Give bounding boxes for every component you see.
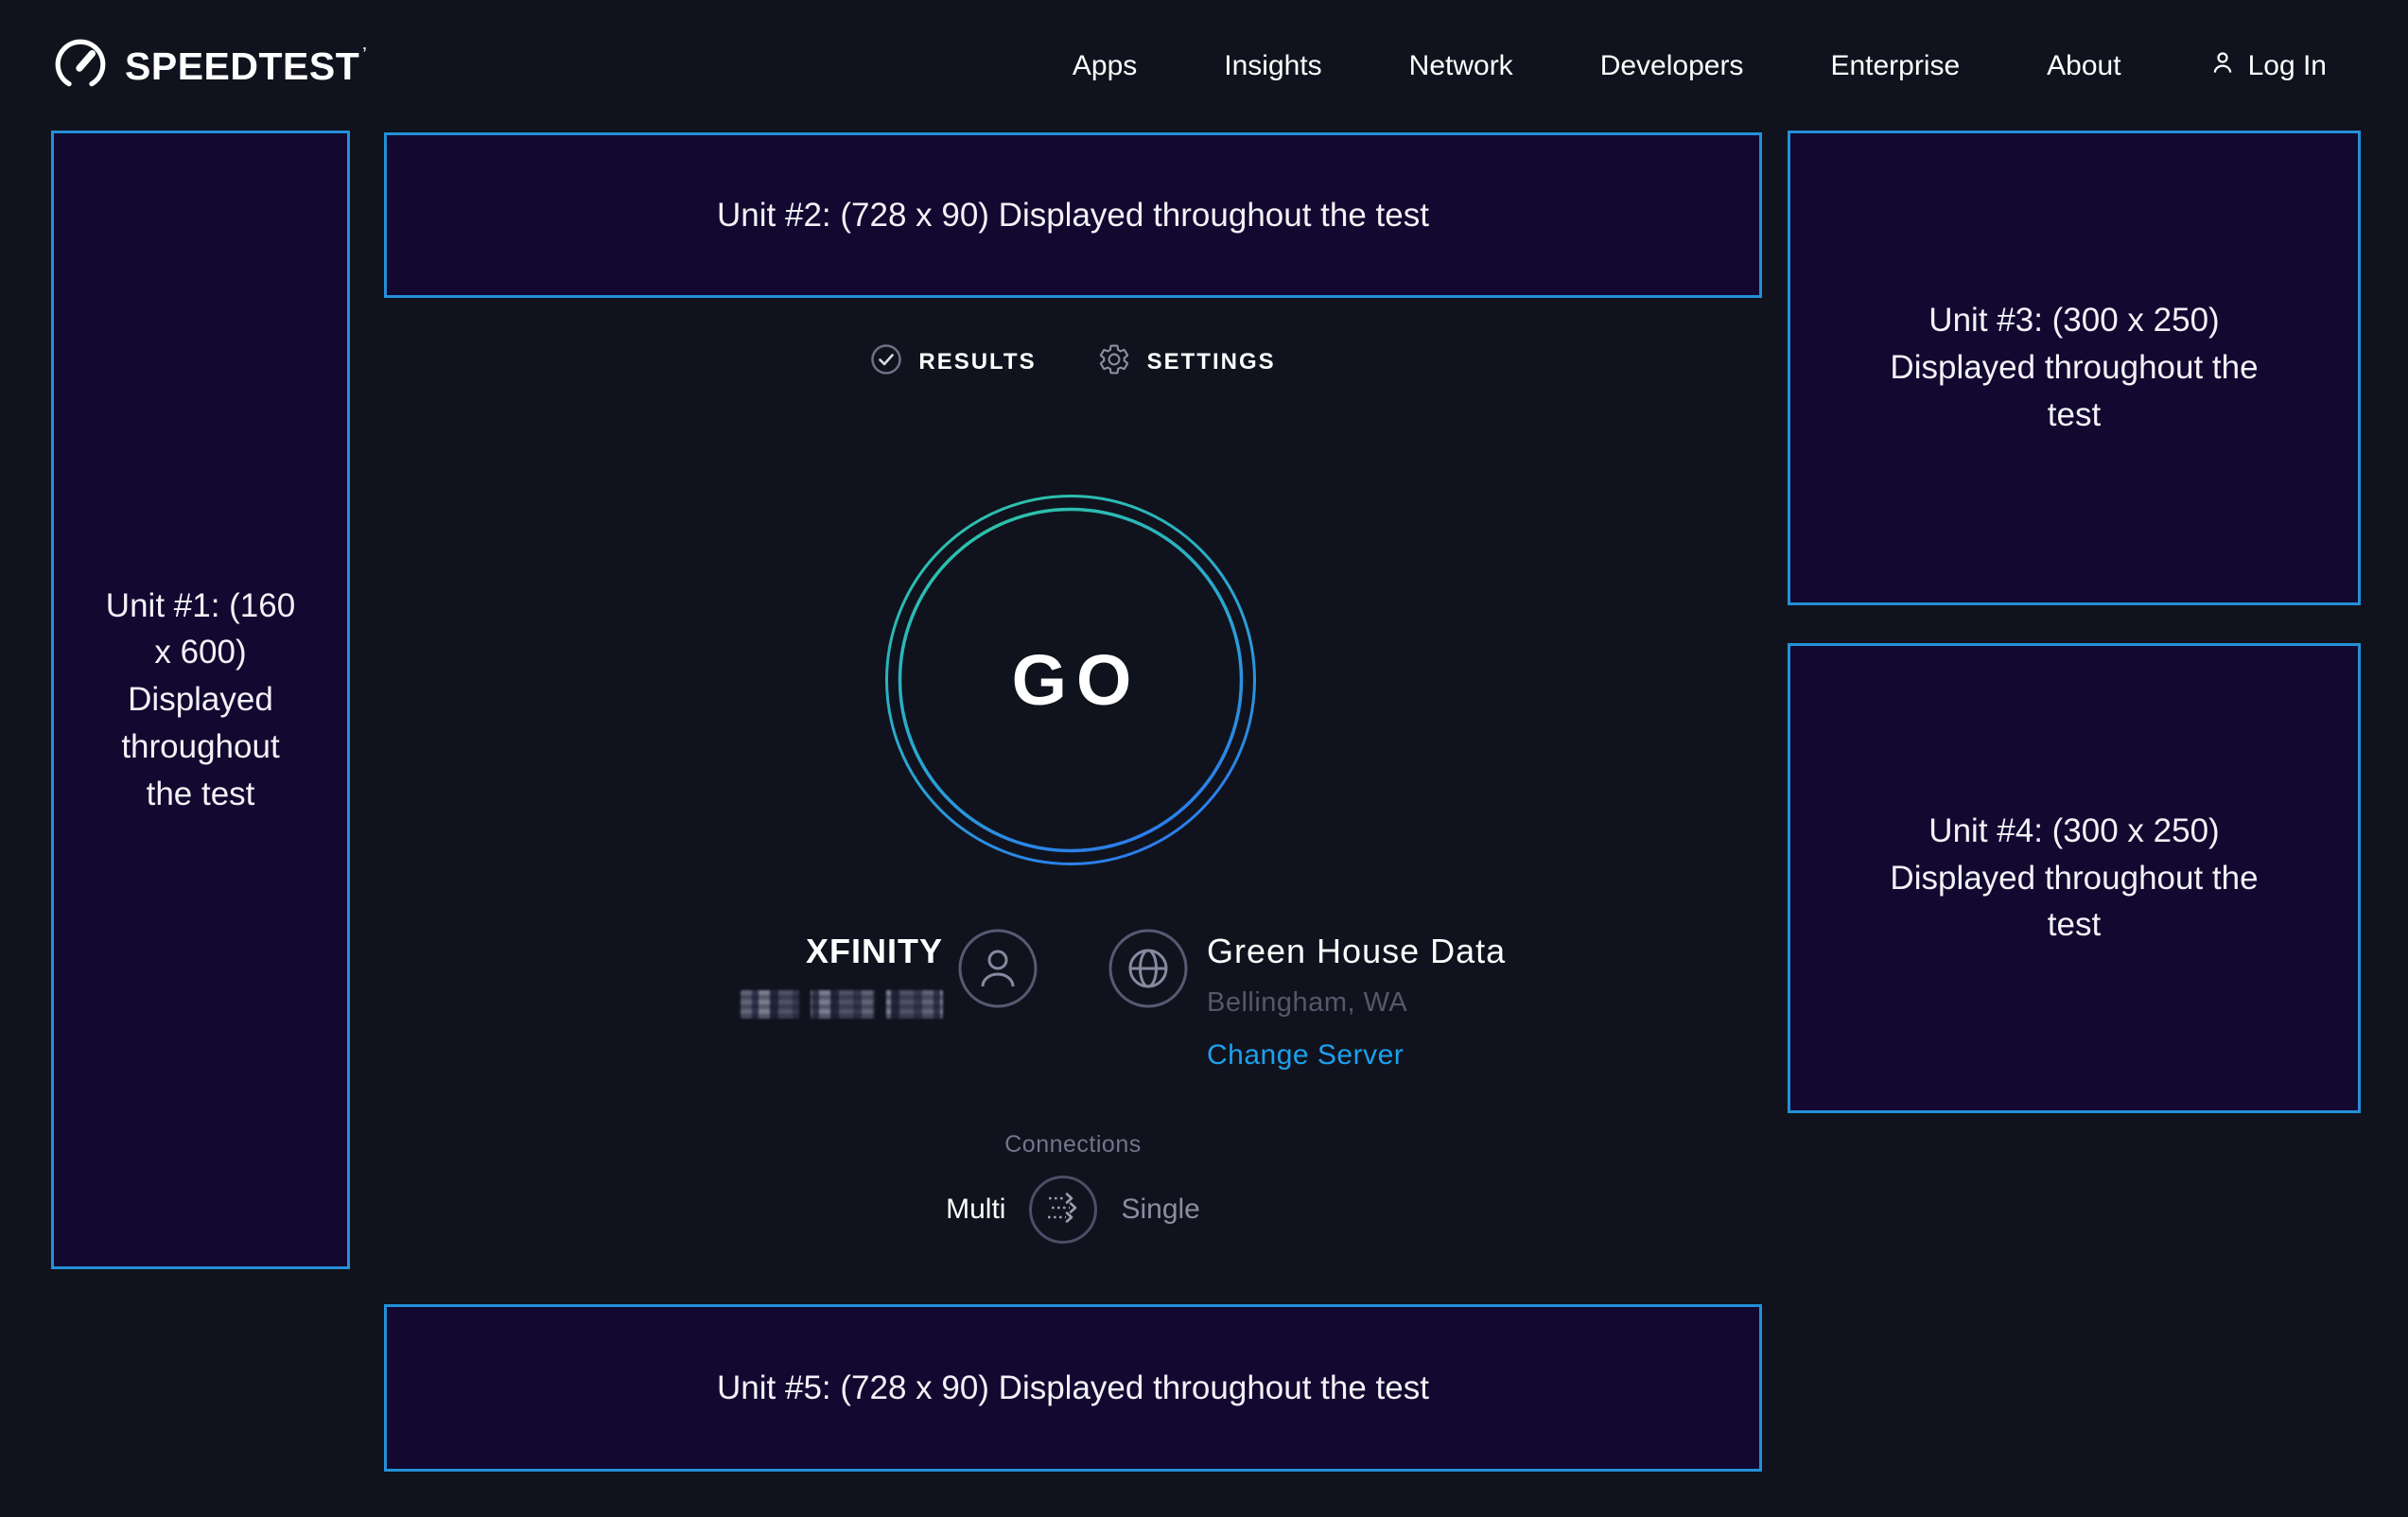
results-settings-tabs: RESULTS SETTINGS <box>384 342 1762 381</box>
person-icon <box>958 929 1038 1013</box>
censored-ip-text <box>741 990 943 1019</box>
tab-settings-label: SETTINGS <box>1147 349 1276 375</box>
multi-connection-arrows-icon <box>1041 1186 1085 1234</box>
nav-item-enterprise[interactable]: Enterprise <box>1830 50 1960 82</box>
connection-mode-toggle[interactable] <box>1029 1176 1097 1244</box>
connection-info-row: XFINITY Green House Data Bellingham, WA … <box>384 929 1762 1072</box>
nav-item-apps[interactable]: Apps <box>1073 50 1137 82</box>
top-nav-bar: SPEEDTEST’ Apps Insights Network Develop… <box>0 0 2408 132</box>
change-server-link[interactable]: Change Server <box>1207 1039 1506 1072</box>
isp-block: XFINITY <box>384 929 1076 1019</box>
nav-item-insights[interactable]: Insights <box>1224 50 1321 82</box>
ad-unit-4[interactable]: Unit #4: (300 x 250) Displayed throughou… <box>1788 643 2361 1113</box>
ad-unit-4-text: Unit #4: (300 x 250) Displayed throughou… <box>1885 808 2263 949</box>
isp-name: XFINITY <box>741 933 943 970</box>
ad-unit-2[interactable]: Unit #2: (728 x 90) Displayed throughout… <box>384 132 1762 298</box>
ad-unit-1-text: Unit #1: (160 x 600) Displayed throughou… <box>104 583 298 817</box>
ad-unit-2-text: Unit #2: (728 x 90) Displayed throughout… <box>717 192 1429 239</box>
check-circle-icon <box>870 343 902 380</box>
login-label: Log In <box>2248 50 2327 82</box>
single-connection-option[interactable]: Single <box>1121 1194 1199 1226</box>
gear-icon <box>1097 342 1131 381</box>
person-icon <box>2208 48 2237 84</box>
nav-item-network[interactable]: Network <box>1409 50 1513 82</box>
gauge-icon <box>53 37 108 96</box>
go-button[interactable]: GO <box>884 494 1257 866</box>
connections-toggle: Multi Single <box>384 1176 1762 1244</box>
multi-connections-option[interactable]: Multi <box>946 1194 1005 1226</box>
login-button[interactable]: Log In <box>2208 48 2327 84</box>
server-name: Green House Data <box>1207 933 1506 970</box>
server-block: Green House Data Bellingham, WA Change S… <box>1076 929 1762 1072</box>
speedtest-logo[interactable]: SPEEDTEST’ <box>53 37 367 96</box>
ad-unit-3[interactable]: Unit #3: (300 x 250) Displayed throughou… <box>1788 131 2361 605</box>
go-button-label: GO <box>884 494 1257 866</box>
tab-results-label: RESULTS <box>918 349 1036 375</box>
main-nav: Apps Insights Network Developers Enterpr… <box>1073 48 2327 84</box>
ad-unit-3-text: Unit #3: (300 x 250) Displayed throughou… <box>1885 297 2263 438</box>
ad-unit-5[interactable]: Unit #5: (728 x 90) Displayed throughout… <box>384 1304 1762 1472</box>
logo-wordmark: SPEEDTEST’ <box>125 44 367 89</box>
connections-title: Connections <box>384 1131 1762 1159</box>
tab-results[interactable]: RESULTS <box>870 343 1036 380</box>
nav-item-about[interactable]: About <box>2047 50 2120 82</box>
tab-settings[interactable]: SETTINGS <box>1097 342 1276 381</box>
trademark-mark: ’ <box>362 46 367 61</box>
globe-icon <box>1108 929 1188 1013</box>
ad-unit-1[interactable]: Unit #1: (160 x 600) Displayed throughou… <box>51 131 350 1269</box>
ad-unit-5-text: Unit #5: (728 x 90) Displayed throughout… <box>717 1365 1429 1412</box>
server-location: Bellingham, WA <box>1207 987 1506 1019</box>
nav-item-developers[interactable]: Developers <box>1600 50 1744 82</box>
